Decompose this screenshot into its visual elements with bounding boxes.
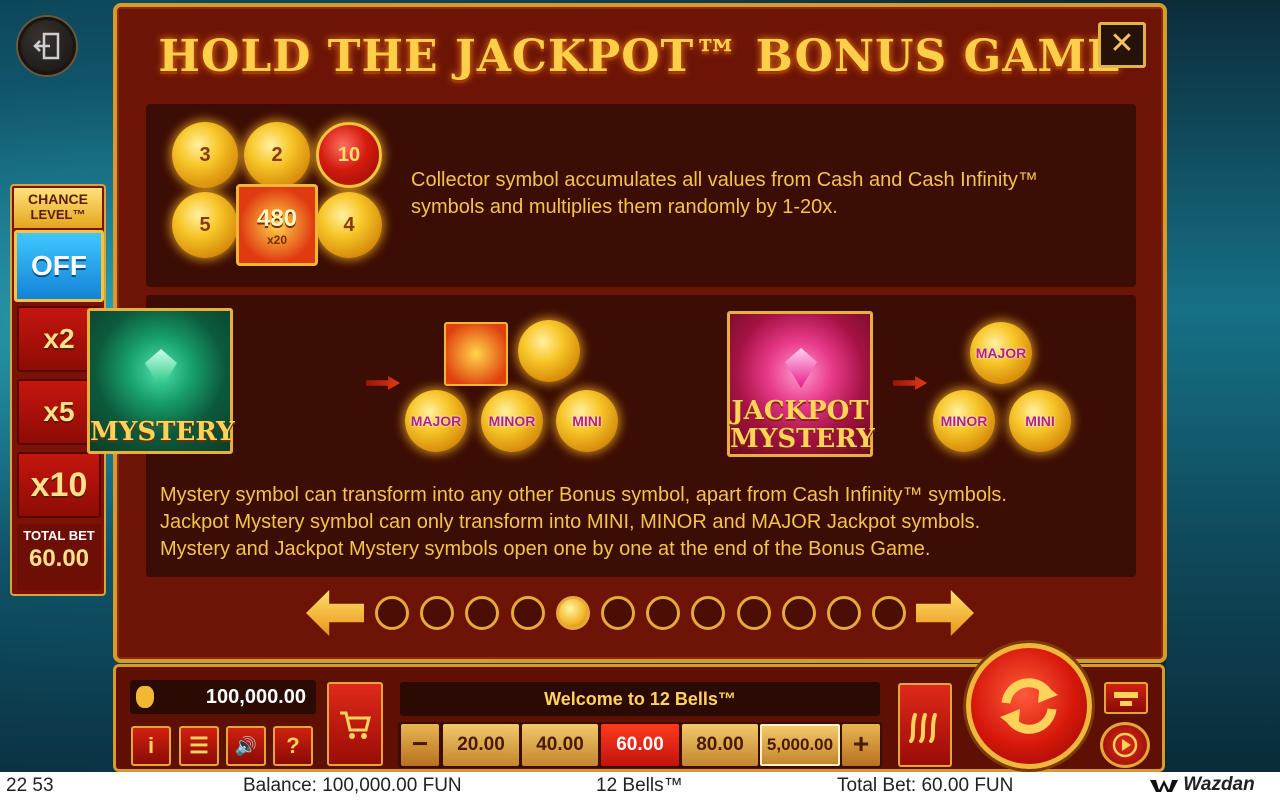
mini-coin-label: MINI [572,413,602,429]
cash-coin: 3 [172,122,238,188]
chance-title-line2: LEVEL™ [30,207,86,222]
collector-multiplier: x20 [266,233,288,247]
cash-infinity-coin: 10 [316,122,382,188]
background-right [1166,0,1280,772]
close-button[interactable]: ✕ [1098,22,1146,68]
gem-icon [145,349,177,389]
major-coin: MAJOR [405,390,467,452]
jackpot-mystery-label-line1: JACKPOT [731,396,869,426]
buy-feature-button[interactable] [327,682,383,766]
mystery-description-line: Mystery and Jackpot Mystery symbols open… [160,538,931,560]
info-icon: i [147,733,155,758]
collector-description: Collector symbol accumulates all values … [411,167,1131,221]
minor-coin: MINOR [933,390,995,452]
minor-coin: MINOR [481,390,543,452]
page-dot[interactable] [827,596,861,630]
play-icon [1112,732,1138,758]
page-dot[interactable] [375,596,409,630]
page-dot[interactable] [510,596,545,630]
total-bet-label: TOTAL BET [23,528,95,543]
autoplay-icon [1114,692,1138,706]
collector-description-line: Collector symbol accumulates all values … [411,169,1038,191]
mini-coin-label: MINI [1025,413,1055,429]
balance-text: Balance: 100,000.00 FUN [243,775,462,796]
chili-button[interactable] [898,683,952,767]
exit-icon [33,32,60,60]
chance-title-line1: CHANCE [28,191,88,207]
status-bar: 22 53 Balance: 100,000.00 FUN 12 Bells™ … [0,772,1280,800]
cash-coin: 5 [172,192,238,258]
game-name: 12 Bells™ [596,775,683,796]
minor-coin-label: MINOR [940,413,988,429]
collector-value: 480 [256,205,298,232]
page-dot[interactable] [872,596,907,630]
gem-icon [785,348,817,388]
brand-name: Wazdan [1183,774,1255,795]
jackpot-mystery-symbol: JACKPOT MYSTERY [727,311,875,457]
wazdan-mark-icon [1150,779,1178,792]
major-coin: MAJOR [970,322,1032,384]
chance-x10-button[interactable]: x10 [17,452,101,518]
exit-button[interactable] [18,17,76,75]
bet-option-max[interactable]: 5,000.00 [760,724,840,766]
page-dot[interactable] [736,596,771,630]
shopping-cart-icon [340,711,371,739]
bet-option[interactable]: 80.00 [682,724,758,766]
help-button[interactable]: ? [273,726,313,766]
mystery-symbol-label: MYSTERY [90,417,235,447]
page-dot[interactable] [420,596,455,630]
menu-icon: ☰ [189,733,209,758]
major-coin-label: MAJOR [975,345,1027,361]
panel-title: HOLD THE JACKPOT™ BONUS GAME [158,31,1122,82]
mystery-description-line: Mystery symbol can transform into any ot… [160,484,1007,506]
help-icon: ? [286,733,300,758]
mini-coin: MINI [1009,390,1071,452]
collector-symbol: 480 x20 [236,184,318,266]
cash-coin: 4 [316,192,382,258]
total-bet-text: Total Bet: 60.00 FUN [837,775,1014,796]
clock: 22 53 [6,775,54,796]
chance-level-title: CHANCE LEVEL™ [14,188,102,228]
chance-off-button[interactable]: OFF [14,230,104,302]
info-button[interactable]: i [131,726,171,766]
bet-option[interactable]: 40.00 [522,724,598,766]
bet-option[interactable]: 20.00 [443,724,519,766]
treasure-chest-icon [444,322,508,386]
bet-increase-button[interactable]: + [842,724,880,766]
mystery-description: Mystery symbol can transform into any ot… [160,482,1140,563]
chili-icon [909,713,937,743]
mystery-symbol: MYSTERY [87,308,235,454]
major-coin-label: MAJOR [410,413,462,429]
speaker-icon: 🔊 [234,736,258,756]
page-dot[interactable] [646,596,681,630]
chance-total-bet: TOTAL BET 60.00 [17,524,101,590]
cash-coin: 2 [244,122,310,188]
spin-arrows-icon [1000,678,1058,734]
collector-description-line: symbols and multiplies them randomly by … [411,196,838,218]
bet-decrease-button[interactable]: − [401,724,439,766]
jackpot-mystery-label-line2: MYSTERY [730,424,875,454]
spin-button[interactable] [966,643,1092,769]
message-display: Welcome to 12 Bells™ [400,682,880,716]
wazdan-logo: Wazdan [1150,774,1255,796]
autoplay-settings-button[interactable] [1104,682,1148,714]
total-bet-value: 60.00 [28,545,90,572]
mini-coin: MINI [556,390,618,452]
bonus-coin [518,320,580,382]
page-dot[interactable] [601,596,635,630]
page-dot[interactable] [781,596,816,630]
money-bag-icon [136,686,154,708]
sound-button[interactable]: 🔊 [226,726,266,766]
balance-display: 100,000.00 [130,680,316,714]
autoplay-button[interactable] [1100,722,1150,768]
minor-coin-label: MINOR [488,413,536,429]
menu-button[interactable]: ☰ [179,726,219,766]
bet-option-selected[interactable]: 60.00 [601,724,679,766]
mystery-description-line: Jackpot Mystery symbol can only transfor… [160,511,981,533]
page-dot-active[interactable] [555,596,590,630]
